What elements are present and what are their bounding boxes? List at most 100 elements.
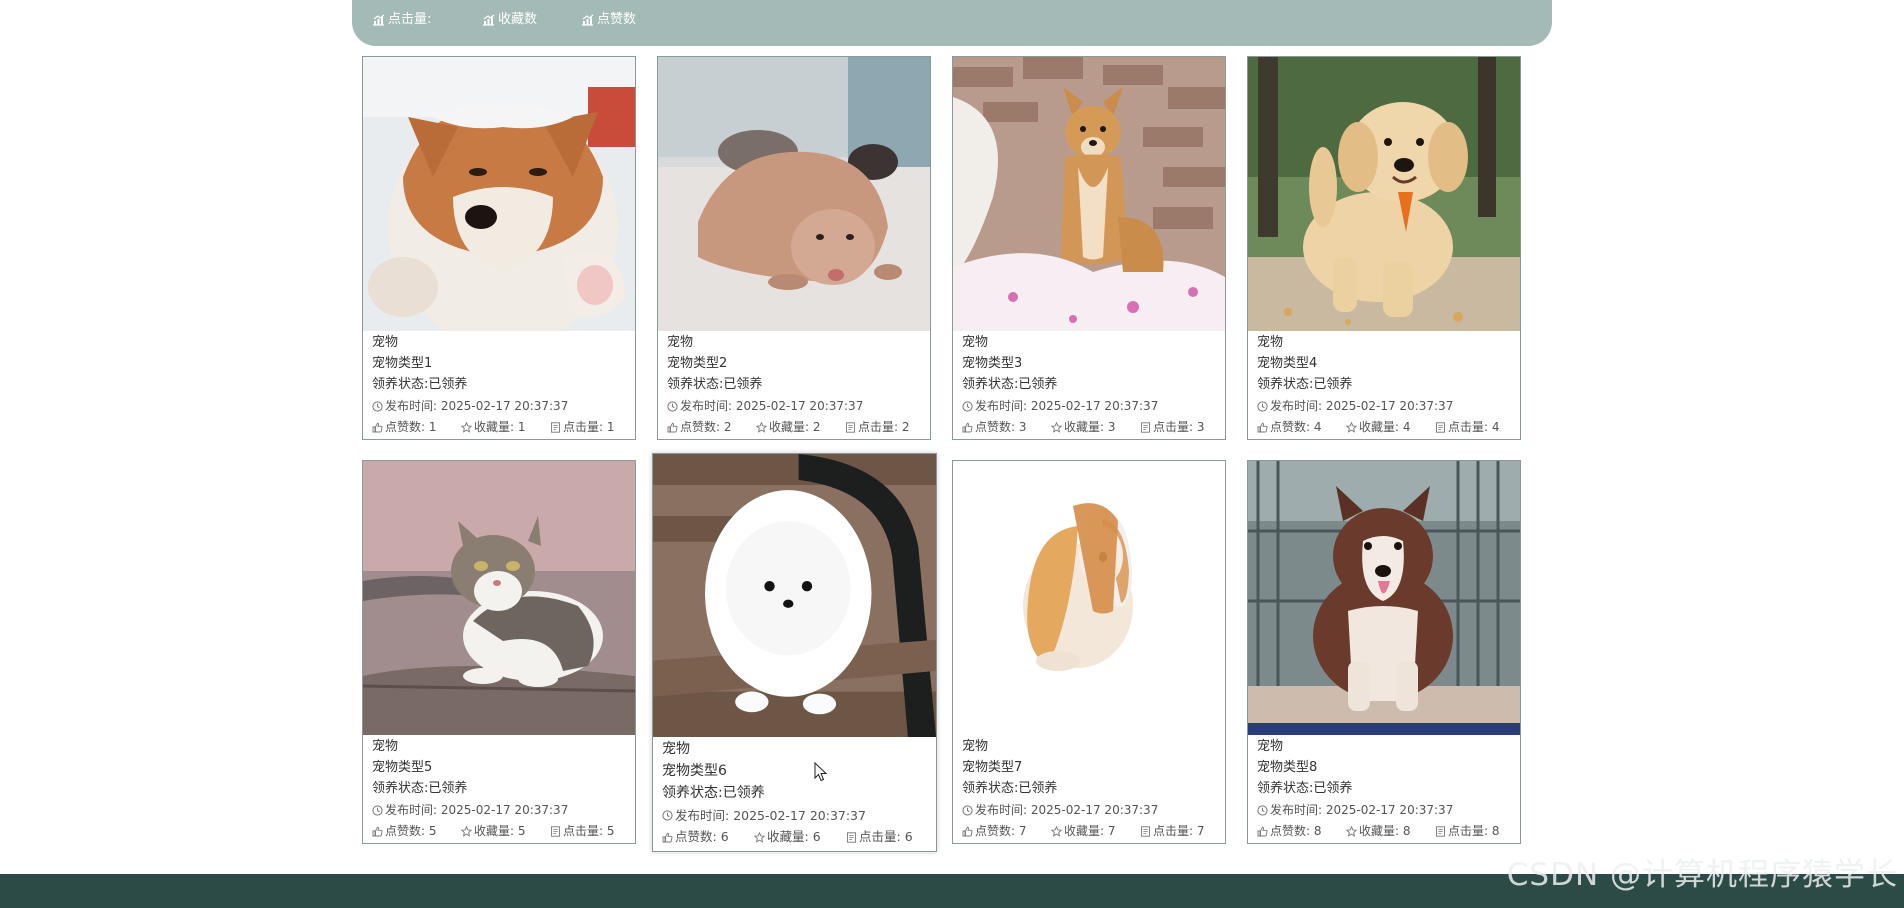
- pet-category: 宠物: [1257, 739, 1284, 754]
- card-stats: 点赞数: 5 收藏量: 5 点击量: 5: [372, 821, 629, 841]
- ferret-photo-icon: [658, 57, 930, 331]
- collects-label: 收藏量:: [474, 420, 515, 434]
- collects-label: 收藏量:: [474, 824, 515, 838]
- star-icon: [756, 421, 767, 433]
- publish-time-value: 2025-02-17 20:37:37: [440, 803, 569, 817]
- clicks-count: 6: [904, 829, 913, 844]
- collects-stat: 收藏量: 8: [1346, 821, 1435, 841]
- clicks-stat: 点击量: 4: [1435, 417, 1500, 437]
- adoption-status: 领养状态:已领养: [667, 377, 763, 392]
- pet-photo[interactable]: [653, 454, 936, 737]
- pet-photo[interactable]: [363, 57, 635, 331]
- thumb-up-icon: [962, 826, 973, 836]
- likes-count: 3: [1018, 420, 1027, 434]
- pet-card[interactable]: 宠物 宠物类型3 领养状态:已领养 发布时间: 2025-02-17 20:37…: [952, 56, 1226, 440]
- collects-count: 6: [812, 829, 821, 844]
- card-stats: 点赞数: 3 收藏量: 3 点击量: 3: [962, 417, 1219, 437]
- likes-label: 点赞数:: [975, 824, 1016, 838]
- pet-photo[interactable]: [1248, 461, 1520, 735]
- likes-label: 点赞数:: [385, 824, 426, 838]
- publish-time-value: 2025-02-17 20:37:37: [735, 399, 864, 413]
- star-icon: [1346, 825, 1357, 837]
- pet-photo[interactable]: [363, 461, 635, 735]
- pet-card[interactable]: 宠物 宠物类型1 领养状态:已领养 发布时间: 2025-02-17 20:37…: [362, 56, 636, 440]
- document-icon: [551, 421, 560, 433]
- card-info: 宠物 宠物类型7 领养状态:已领养 发布时间: 2025-02-17 20:37…: [962, 736, 1219, 841]
- clock-icon: [667, 400, 678, 412]
- publish-time-label: 发布时间:: [385, 803, 438, 817]
- publish-time-value: 2025-02-17 20:37:37: [440, 399, 569, 413]
- clock-icon: [372, 804, 383, 816]
- pet-card[interactable]: 宠物 宠物类型2 领养状态:已领养 发布时间: 2025-02-17 20:37…: [657, 56, 931, 440]
- document-icon: [1141, 421, 1150, 433]
- collects-stat: 收藏量: 6: [754, 827, 846, 847]
- document-icon: [846, 421, 855, 433]
- card-info: 宠物 宠物类型2 领养状态:已领养 发布时间: 2025-02-17 20:37…: [667, 332, 924, 437]
- pet-category: 宠物: [662, 741, 690, 757]
- publish-time-label: 发布时间:: [1270, 803, 1323, 817]
- sort-by-likes[interactable]: 点赞数: [581, 11, 636, 29]
- publish-time-label: 发布时间:: [975, 803, 1028, 817]
- collects-label: 收藏量:: [1064, 420, 1105, 434]
- pet-card[interactable]: 宠物 宠物类型8 领养状态:已领养 发布时间: 2025-02-17 20:37…: [1247, 460, 1521, 844]
- collects-count: 1: [517, 420, 526, 434]
- shiba-puppy-photo-icon: [953, 57, 1225, 331]
- star-icon: [1346, 421, 1357, 433]
- pet-card[interactable]: 宠物 宠物类型5 领养状态:已领养 发布时间: 2025-02-17 20:37…: [362, 460, 636, 844]
- pet-photo[interactable]: [953, 57, 1225, 331]
- document-icon: [847, 831, 856, 843]
- clicks-label: 点击量:: [858, 420, 899, 434]
- shiba-dog-photo-icon: [363, 57, 635, 331]
- sort-by-clicks[interactable]: 点击量:: [372, 11, 431, 29]
- publish-time: 发布时间: 2025-02-17 20:37:37: [372, 395, 629, 417]
- collects-stat: 收藏量: 2: [756, 417, 845, 437]
- pet-photo[interactable]: [1248, 57, 1520, 331]
- sort-likes-label: 点赞数: [597, 12, 637, 27]
- document-icon: [1436, 421, 1445, 433]
- likes-label: 点赞数:: [1270, 420, 1311, 434]
- adoption-status: 领养状态:已领养: [962, 377, 1058, 392]
- adoption-status: 领养状态:已领养: [372, 377, 468, 392]
- malamute-photo-icon: [1248, 461, 1520, 735]
- pet-card[interactable]: 宠物 宠物类型7 领养状态:已领养 发布时间: 2025-02-17 20:37…: [952, 460, 1226, 844]
- collects-label: 收藏量:: [767, 829, 809, 844]
- likes-stat: 点赞数: 7: [962, 821, 1051, 841]
- publish-time-value: 2025-02-17 20:37:37: [733, 808, 866, 823]
- likes-stat: 点赞数: 3: [962, 417, 1051, 437]
- card-stats: 点赞数: 2 收藏量: 2 点击量: 2: [667, 417, 924, 437]
- sort-by-collects[interactable]: 收藏数: [482, 11, 537, 29]
- pet-photo[interactable]: [953, 461, 1225, 735]
- pet-category: 宠物: [372, 335, 399, 350]
- pet-category: 宠物: [372, 739, 399, 754]
- clicks-count: 8: [1491, 824, 1500, 838]
- thumb-up-icon: [1257, 826, 1268, 836]
- collects-stat: 收藏量: 5: [461, 821, 550, 841]
- likes-stat: 点赞数: 2: [667, 417, 756, 437]
- collects-label: 收藏量:: [769, 420, 810, 434]
- pet-card[interactable]: 宠物 宠物类型6 领养状态:已领养 发布时间: 2025-02-17 20:37…: [652, 453, 937, 852]
- clicks-count: 2: [901, 420, 910, 434]
- clicks-stat: 点击量: 5: [550, 821, 615, 841]
- clock-icon: [1257, 400, 1268, 412]
- clicks-count: 7: [1196, 824, 1205, 838]
- sort-clicks-label: 点击量:: [388, 12, 432, 27]
- likes-label: 点赞数:: [385, 420, 426, 434]
- collects-count: 5: [517, 824, 526, 838]
- thumb-up-icon: [667, 422, 678, 432]
- collects-label: 收藏量:: [1359, 420, 1400, 434]
- collects-stat: 收藏量: 1: [461, 417, 550, 437]
- pet-card[interactable]: 宠物 宠物类型4 领养状态:已领养 发布时间: 2025-02-17 20:37…: [1247, 56, 1521, 440]
- pet-name: 宠物类型6: [662, 763, 727, 779]
- publish-time-label: 发布时间:: [1270, 399, 1323, 413]
- pet-name: 宠物类型5: [372, 760, 433, 775]
- likes-count: 4: [1313, 420, 1322, 434]
- clicks-stat: 点击量: 2: [845, 417, 910, 437]
- pet-photo[interactable]: [658, 57, 930, 331]
- clicks-label: 点击量:: [1448, 420, 1489, 434]
- likes-count: 7: [1018, 824, 1027, 838]
- collects-stat: 收藏量: 7: [1051, 821, 1140, 841]
- likes-label: 点赞数:: [675, 829, 717, 844]
- document-icon: [551, 825, 560, 837]
- pet-category: 宠物: [962, 335, 989, 350]
- likes-label: 点赞数:: [680, 420, 721, 434]
